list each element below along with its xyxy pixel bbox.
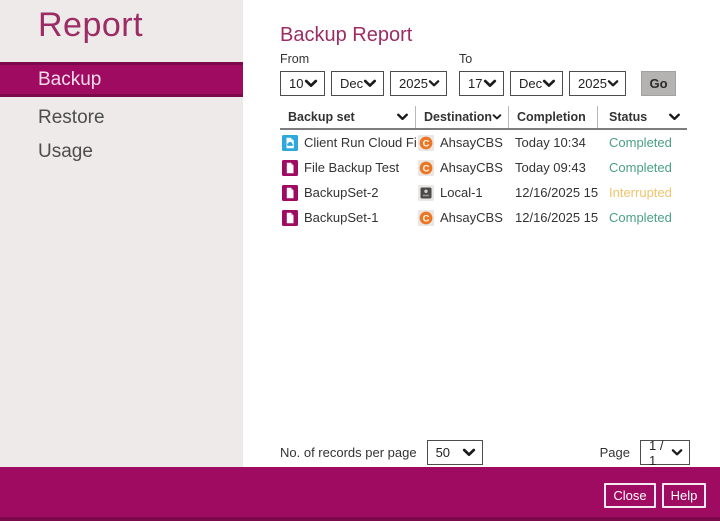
- backup-report-table: Backup set Destination Completion Status…: [280, 106, 687, 230]
- footer-bar: Close Help: [0, 467, 720, 521]
- chevron-down-icon: [363, 79, 377, 87]
- ahsaycbs-icon: C: [418, 134, 434, 151]
- to-month-value: Dec: [519, 76, 543, 91]
- chevron-down-icon: [304, 79, 318, 87]
- to-year-value: 2025: [578, 76, 607, 91]
- ahsaycbs-icon: C: [418, 209, 434, 226]
- from-date-group: From 10 Dec 2025: [280, 52, 447, 96]
- column-label: Backup set: [288, 110, 355, 124]
- from-label: From: [280, 52, 310, 66]
- completion-time: Today 10:34: [515, 135, 586, 150]
- to-day-select[interactable]: 17: [459, 71, 504, 96]
- column-label: Destination: [424, 110, 493, 124]
- status-badge: Completed: [609, 210, 672, 225]
- from-month-value: Dec: [340, 76, 364, 91]
- completion-time: 12/16/2025 15:20: [515, 210, 598, 225]
- to-date-group: To 17 Dec 2025: [459, 52, 626, 96]
- help-button[interactable]: Help: [662, 483, 706, 508]
- page-select[interactable]: 1 / 1: [640, 437, 690, 468]
- table-row[interactable]: Client Run Cloud File ... C AhsayCBS Tod…: [280, 130, 687, 155]
- backup-set-name: File Backup Test: [304, 160, 400, 175]
- svg-text:C: C: [423, 163, 430, 174]
- to-day-value: 17: [468, 76, 483, 91]
- column-header-destination[interactable]: Destination: [416, 106, 509, 128]
- from-year-value: 2025: [399, 76, 428, 91]
- file-backup-set-icon: [282, 159, 298, 176]
- ahsaycbs-icon: C: [418, 159, 434, 176]
- sort-chevron-icon: [669, 113, 680, 121]
- svg-text:C: C: [423, 213, 430, 224]
- destination-name: AhsayCBS: [440, 210, 503, 225]
- status-badge: Completed: [609, 135, 672, 150]
- destination-name: AhsayCBS: [440, 160, 503, 175]
- column-header-status[interactable]: Status: [598, 106, 687, 128]
- status-badge: Completed: [609, 160, 672, 175]
- backup-set-name: BackupSet-1: [304, 210, 379, 225]
- sort-chevron-icon: [397, 113, 408, 121]
- file-backup-set-icon: [282, 184, 298, 201]
- records-per-page-label: No. of records per page: [280, 445, 417, 460]
- date-range-filters: From 10 Dec 2025 To 17 Dec 2025 Go: [280, 52, 676, 96]
- destination-name: AhsayCBS: [440, 135, 503, 150]
- chevron-down-icon: [542, 79, 556, 87]
- table-row[interactable]: BackupSet-2 Local-1 12/16/2025 15:23 Int…: [280, 180, 687, 205]
- sort-chevron-icon: [492, 114, 502, 120]
- table-row[interactable]: BackupSet-1 C AhsayCBS 12/16/2025 15:20 …: [280, 205, 687, 230]
- sidebar-item-backup[interactable]: Backup: [0, 62, 243, 97]
- svg-text:C: C: [423, 138, 430, 149]
- from-day-value: 10: [289, 76, 304, 91]
- page-selector: Page 1 / 1: [599, 437, 690, 468]
- chevron-down-icon: [462, 448, 475, 456]
- from-month-select[interactable]: Dec: [331, 71, 384, 96]
- status-badge: Interrupted: [609, 185, 672, 200]
- main-content: Backup Report From 10 Dec 2025 To 17 Dec…: [243, 0, 720, 468]
- column-header-backup-set[interactable]: Backup set: [280, 106, 416, 128]
- chevron-down-icon: [607, 80, 619, 87]
- backup-set-name: Client Run Cloud File ...: [304, 135, 416, 150]
- file-backup-set-icon: [282, 209, 298, 226]
- page-label: Page: [599, 445, 630, 460]
- to-label: To: [459, 52, 473, 66]
- destination-name: Local-1: [440, 185, 483, 200]
- sidebar-item-restore[interactable]: Restore: [0, 104, 243, 131]
- table-row[interactable]: File Backup Test C AhsayCBS Today 09:43 …: [280, 155, 687, 180]
- completion-time: 12/16/2025 15:23: [515, 185, 598, 200]
- go-button[interactable]: Go: [641, 71, 676, 96]
- chevron-down-icon: [483, 79, 497, 87]
- column-header-completion: Completion: [509, 106, 598, 128]
- table-header: Backup set Destination Completion Status: [280, 106, 687, 130]
- records-per-page: No. of records per page 50: [280, 440, 483, 465]
- chevron-down-icon: [428, 80, 440, 87]
- section-heading: Backup Report: [280, 24, 413, 46]
- page-title: Report: [38, 6, 144, 44]
- backup-set-name: BackupSet-2: [304, 185, 379, 200]
- to-year-select[interactable]: 2025: [569, 71, 626, 96]
- sidebar: Report Backup Restore Usage: [0, 0, 243, 467]
- chevron-down-icon: [671, 449, 683, 456]
- from-day-select[interactable]: 10: [280, 71, 325, 96]
- local-drive-icon: [418, 184, 434, 201]
- sidebar-item-usage[interactable]: Usage: [0, 138, 243, 165]
- column-label: Status: [609, 110, 648, 124]
- completion-time: Today 09:43: [515, 160, 586, 175]
- close-button[interactable]: Close: [604, 483, 656, 508]
- column-label: Completion: [517, 110, 586, 124]
- page-value: 1 / 1: [649, 437, 664, 468]
- from-year-select[interactable]: 2025: [390, 71, 447, 96]
- to-month-select[interactable]: Dec: [510, 71, 563, 96]
- records-per-page-value: 50: [435, 445, 451, 460]
- cloud-file-backup-set-icon: [282, 134, 298, 151]
- records-per-page-select[interactable]: 50: [426, 440, 483, 465]
